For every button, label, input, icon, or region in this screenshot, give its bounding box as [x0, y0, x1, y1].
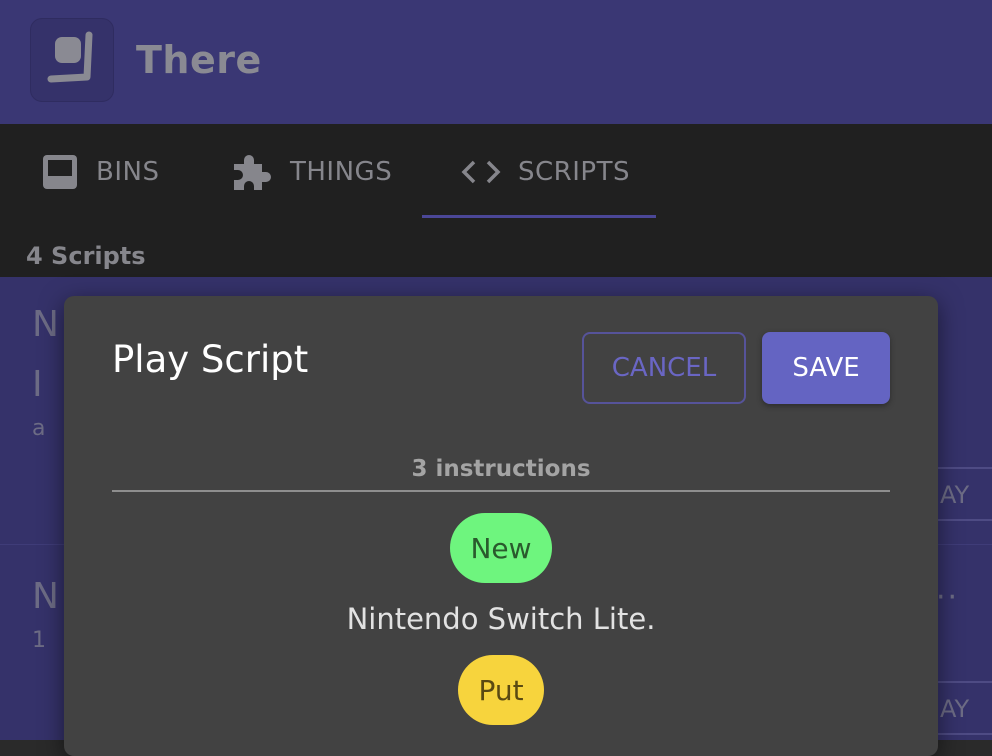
dialog-title: Play Script — [112, 338, 309, 381]
more-icon[interactable]: ·· — [936, 580, 959, 615]
app-title: There — [136, 38, 262, 82]
script-title-fragment: N — [32, 304, 59, 345]
script-subtitle-fragment: 1 — [32, 628, 46, 653]
instruction-count: 3 instructions — [411, 456, 591, 482]
play-script-dialog: Play Script CANCEL SAVE 3 instructions N… — [64, 296, 938, 756]
script-subtitle-fragment: a — [32, 416, 46, 441]
tab-bar: BINS THINGS SCRIPTS — [0, 124, 992, 239]
instruction-put-chip[interactable]: Put — [458, 655, 544, 725]
tab-bins[interactable]: BINS — [40, 124, 159, 220]
script-count-label: 4 Scripts — [26, 242, 146, 270]
script-title-fragment: N — [32, 576, 59, 617]
tab-scripts-label: SCRIPTS — [518, 157, 630, 187]
cancel-button[interactable]: CANCEL — [582, 332, 746, 404]
puzzle-icon — [230, 150, 274, 194]
app-header: There — [0, 0, 992, 124]
there-logo-icon[interactable] — [30, 18, 114, 102]
divider — [112, 490, 890, 492]
tab-things-label: THINGS — [290, 157, 393, 187]
active-tab-indicator — [422, 215, 656, 218]
tab-bins-label: BINS — [96, 157, 160, 187]
inbox-icon — [40, 152, 80, 192]
tab-scripts[interactable]: SCRIPTS — [460, 124, 630, 220]
instruction-text: Nintendo Switch Lite. — [346, 602, 656, 636]
script-title-fragment: I — [32, 364, 43, 405]
count-bar — [0, 239, 992, 277]
tab-things[interactable]: THINGS — [230, 124, 392, 220]
save-button[interactable]: SAVE — [762, 332, 890, 404]
instruction-new-chip[interactable]: New — [450, 513, 552, 583]
code-icon — [460, 156, 502, 188]
